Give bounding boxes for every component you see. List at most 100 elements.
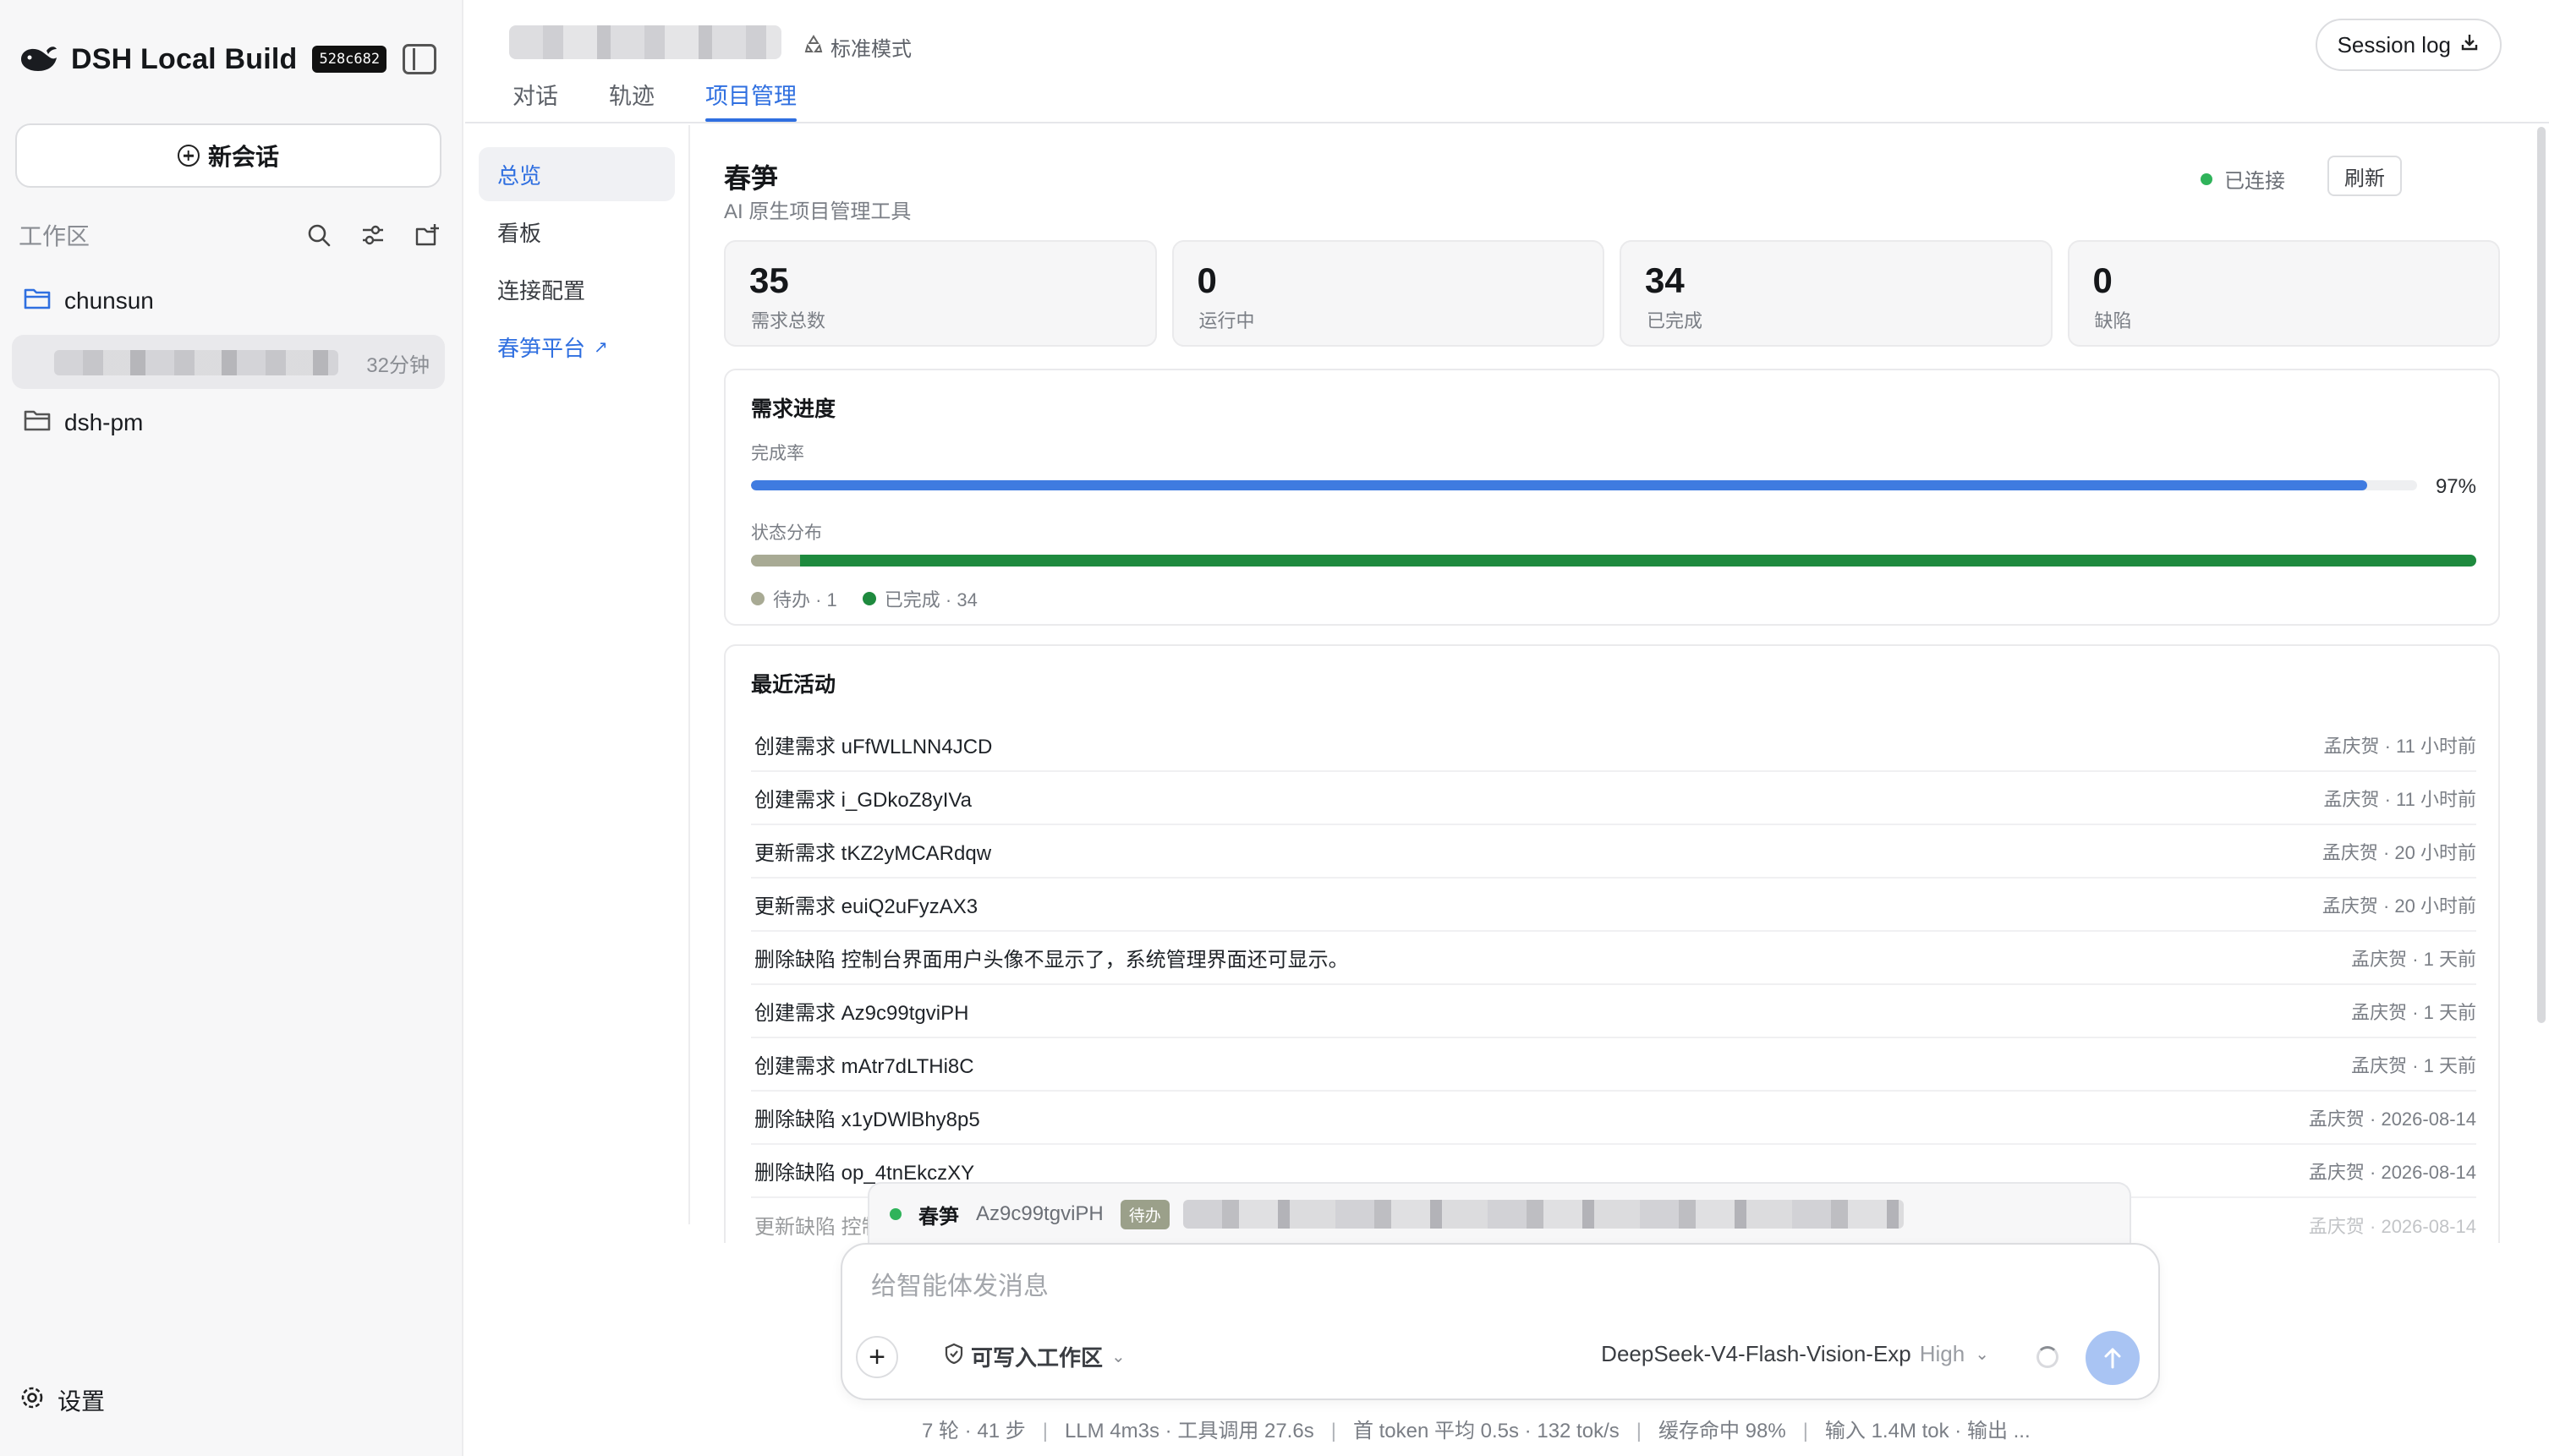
activity-text: 更新缺陷 控制 — [754, 1216, 882, 1239]
session-log-button[interactable]: Session log — [2315, 19, 2502, 71]
activity-text: 更新需求 tKZ2yMCARdqw — [754, 842, 992, 865]
workspace-header: 工作区 — [19, 216, 441, 254]
toggle-sidebar-icon[interactable] — [403, 44, 436, 74]
sidebar: DSH Local Build 528c682 新会话 工作区 chunsun … — [0, 0, 463, 1456]
task-id: Az9c99tgviPH — [976, 1202, 1104, 1225]
brand: DSH Local Build 528c682 — [17, 36, 387, 83]
connection-status: 已连接 — [2201, 164, 2285, 194]
new-chat-label: 新会话 — [207, 144, 279, 170]
activity-meta: 孟庆贺 · 20 小时前 — [2322, 841, 2476, 863]
stat-value: 35 — [749, 260, 789, 300]
app-name: DSH Local Build — [71, 42, 298, 75]
project-subtitle: AI 原生项目管理工具 — [724, 200, 912, 223]
new-folder-icon[interactable] — [413, 221, 441, 249]
refresh-button[interactable]: 刷新 — [2327, 156, 2402, 196]
project-subnav: 总览 看板 连接配置 春笋平台 ↗ — [465, 125, 690, 1224]
activity-meta: 孟庆贺 · 1 天前 — [2351, 948, 2476, 970]
shield-icon — [944, 1343, 964, 1371]
mode-indicator[interactable]: 标准模式 — [803, 32, 912, 62]
send-button[interactable] — [2086, 1331, 2140, 1385]
activity-meta: 孟庆贺 · 1 天前 — [2351, 1054, 2476, 1076]
activity-title: 最近活动 — [751, 673, 836, 697]
stat-label: 运行中 — [1198, 310, 1255, 331]
stat-label: 缺陷 — [2094, 310, 2132, 331]
task-status-badge: 待办 — [1120, 1199, 1170, 1229]
workspace-label: 工作区 — [19, 223, 90, 249]
stat-value: 0 — [1197, 260, 1217, 300]
gear-icon — [19, 1384, 46, 1417]
run-stat: 输入 1.4M tok · 输出 ... — [1824, 1420, 2031, 1442]
progress-card: 需求进度 完成率 97% 状态分布 待办 · 1 已完成 · 34 — [724, 369, 2500, 626]
search-icon[interactable] — [304, 221, 333, 249]
activity-row[interactable]: 删除缺陷 x1yDWlBhy8p5 孟庆贺 · 2026-08-14 — [751, 1092, 2476, 1145]
permission-selector[interactable]: 可写入工作区 ⌄ — [944, 1341, 1126, 1372]
connection-status-label: 已连接 — [2224, 170, 2285, 193]
folder-dsh-pm[interactable]: dsh-pm — [24, 402, 143, 443]
folder-icon — [24, 408, 52, 438]
session-time: 32分钟 — [366, 354, 430, 377]
subnav-kanban[interactable]: 看板 — [479, 205, 675, 259]
activity-row[interactable]: 创建需求 i_GDkoZ8yIVa 孟庆贺 · 11 小时前 — [751, 772, 2476, 825]
main-scrollbar[interactable] — [2537, 127, 2546, 1023]
activity-row[interactable]: 创建需求 mAtr7dLTHi8C 孟庆贺 · 1 天前 — [751, 1038, 2476, 1092]
subnav-label: 看板 — [497, 220, 542, 246]
session-item[interactable]: 32分钟 — [12, 335, 445, 389]
tab-chat[interactable]: 对话 — [513, 78, 558, 122]
folder-name: chunsun — [64, 287, 154, 314]
task-project: 春笋 — [918, 1205, 959, 1229]
completion-bar-fill — [751, 480, 2367, 490]
active-task-banner[interactable]: 春笋 Az9c99tgviPH 待办 — [868, 1182, 2131, 1245]
legend-label: 待办 · 1 — [773, 589, 837, 610]
distribution-segment-done — [800, 555, 2476, 567]
activity-row[interactable]: 更新需求 tKZ2yMCARdqw 孟庆贺 · 20 小时前 — [751, 825, 2476, 879]
completion-label: 完成率 — [751, 444, 804, 463]
run-stat: LLM 4m3s · 工具调用 27.6s — [1064, 1420, 1314, 1442]
completion-percent: 97% — [2435, 475, 2476, 498]
activity-text: 更新需求 euiQ2uFyzAX3 — [754, 895, 978, 918]
permission-label: 可写入工作区 — [971, 1345, 1104, 1371]
activity-row[interactable]: 删除缺陷 控制台界面用户头像不显示了，系统管理界面还可显示。 孟庆贺 · 1 天前 — [751, 932, 2476, 985]
activity-meta: 孟庆贺 · 11 小时前 — [2323, 735, 2476, 757]
stat-value: 34 — [1645, 260, 1685, 300]
new-chat-button[interactable]: 新会话 — [15, 123, 441, 188]
activity-text: 删除缺陷 控制台界面用户头像不显示了，系统管理界面还可显示。 — [754, 949, 1349, 972]
model-name: DeepSeek-V4-Flash-Vision-Exp — [1601, 1341, 1911, 1366]
activity-meta: 孟庆贺 · 2026-08-14 — [2308, 1215, 2476, 1237]
activity-meta: 孟庆贺 · 2026-08-14 — [2308, 1108, 2476, 1130]
run-stats-bar: 7 轮 · 41 步 | LLM 4m3s · 工具调用 27.6s | 首 token… — [922, 1420, 2031, 1442]
subnav-overview[interactable]: 总览 — [479, 147, 675, 201]
model-effort: High — [1919, 1341, 1965, 1366]
stat-label: 已完成 — [1647, 310, 1703, 331]
model-selector[interactable]: DeepSeek-V4-Flash-Vision-Exp High ⌄ — [1601, 1341, 1989, 1367]
run-stat: 缓存命中 98% — [1658, 1420, 1786, 1442]
folder-chunsun[interactable]: chunsun — [24, 281, 154, 321]
activity-text: 创建需求 uFfWLLNN4JCD — [754, 736, 993, 758]
stat-running: 0 运行中 — [1171, 240, 1604, 347]
subnav-label: 连接配置 — [497, 277, 586, 304]
message-input[interactable] — [871, 1268, 2123, 1305]
run-stat: 7 轮 · 41 步 — [922, 1420, 1026, 1442]
subnav-platform-link[interactable]: 春笋平台 ↗ — [479, 320, 675, 374]
subnav-connection-config[interactable]: 连接配置 — [479, 262, 675, 316]
activity-text: 删除缺陷 op_4tnEkczXY — [754, 1162, 975, 1185]
loading-spinner-icon — [2036, 1346, 2058, 1368]
recycle-icon — [803, 34, 824, 60]
external-link-icon: ↗ — [594, 337, 608, 357]
activity-row[interactable]: 创建需求 uFfWLLNN4JCD 孟庆贺 · 11 小时前 — [751, 719, 2476, 772]
stats-row: 35 需求总数 0 运行中 34 已完成 0 缺陷 — [724, 240, 2500, 347]
tab-trajectory[interactable]: 轨迹 — [609, 78, 655, 122]
plus-circle-icon — [177, 145, 200, 167]
add-attachment-button[interactable]: + — [856, 1336, 898, 1378]
activity-row[interactable]: 创建需求 Az9c99tgviPH 孟庆贺 · 1 天前 — [751, 985, 2476, 1038]
filter-settings-icon[interactable] — [359, 221, 387, 249]
chevron-down-icon: ⌄ — [1975, 1345, 1989, 1364]
activity-text: 删除缺陷 x1yDWlBhy8p5 — [754, 1108, 980, 1131]
legend-swatch — [862, 592, 876, 605]
activity-row[interactable]: 更新需求 euiQ2uFyzAX3 孟庆贺 · 20 小时前 — [751, 879, 2476, 932]
settings-button[interactable]: 设置 — [19, 1383, 105, 1417]
stat-label: 需求总数 — [751, 310, 826, 331]
tab-project-management[interactable]: 项目管理 — [705, 78, 797, 122]
legend-label: 已完成 · 34 — [884, 589, 978, 610]
progress-title: 需求进度 — [751, 397, 836, 421]
mode-label: 标准模式 — [830, 38, 912, 61]
